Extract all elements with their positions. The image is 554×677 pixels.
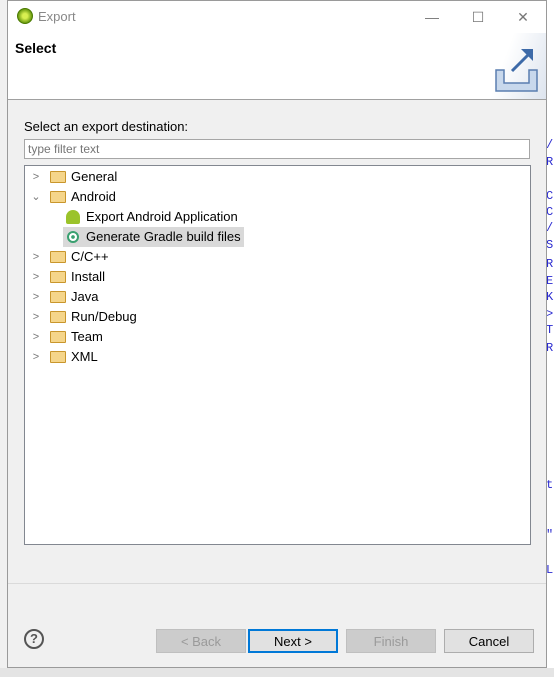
wizard-header: Select — [8, 33, 546, 100]
code-char: / — [547, 138, 553, 152]
tree-item-xml[interactable]: > XML — [31, 347, 98, 367]
tree-item-label: Generate Gradle build files — [86, 229, 241, 244]
tree-item-java[interactable]: > Java — [31, 287, 99, 307]
folder-icon — [50, 271, 66, 283]
title-bar: Export — ☐ ✕ — [8, 1, 546, 33]
chevron-right-icon[interactable]: > — [31, 307, 41, 327]
help-icon[interactable]: ? — [24, 629, 44, 649]
destination-label: Select an export destination: — [24, 119, 189, 134]
tree-item-label: General — [71, 169, 118, 184]
window-title: Export — [38, 9, 76, 24]
background-editor: / R C C / S R E K > T R t " L — [547, 0, 554, 677]
code-char: R — [547, 341, 554, 355]
back-button[interactable]: < Back — [156, 629, 246, 653]
folder-icon — [50, 311, 66, 323]
tree-item-label: XML — [71, 349, 98, 364]
tree-item-android[interactable]: ⌄ Android — [31, 187, 116, 207]
gradle-icon — [67, 231, 79, 243]
page-title: Select — [15, 40, 57, 56]
tree-item-label: C/C++ — [71, 249, 109, 264]
filter-input[interactable] — [24, 139, 530, 159]
next-button[interactable]: Next > — [248, 629, 338, 653]
tree-item-label: Android — [71, 189, 116, 204]
code-char: R — [547, 257, 554, 271]
export-wizard-icon — [476, 33, 546, 99]
eclipse-icon — [17, 8, 33, 24]
chevron-right-icon[interactable]: > — [31, 347, 41, 367]
code-char: E — [547, 274, 554, 288]
folder-icon — [50, 171, 66, 183]
folder-icon — [50, 191, 66, 203]
close-button[interactable]: ✕ — [503, 5, 543, 29]
tree-item-team[interactable]: > Team — [31, 327, 103, 347]
chevron-right-icon[interactable]: > — [31, 247, 41, 267]
tree-item-run-debug[interactable]: > Run/Debug — [31, 307, 137, 327]
code-char: S — [547, 238, 554, 252]
folder-icon — [50, 351, 66, 363]
tree-item-generate-gradle-build-files[interactable]: Generate Gradle build files — [63, 227, 244, 247]
code-char: T — [547, 323, 554, 337]
chevron-right-icon[interactable]: > — [31, 327, 41, 347]
chevron-right-icon[interactable]: > — [31, 287, 41, 307]
tree-item-label: Java — [71, 289, 99, 304]
code-char: C — [547, 205, 554, 219]
code-char: R — [547, 155, 554, 169]
tree-item-install[interactable]: > Install — [31, 267, 105, 287]
chevron-right-icon[interactable]: > — [31, 267, 41, 287]
export-dialog: Export — ☐ ✕ Select Select an export des… — [7, 0, 547, 668]
cancel-button[interactable]: Cancel — [444, 629, 534, 653]
tree-item-label: Export Android Application — [86, 209, 238, 224]
minimize-button[interactable]: — — [412, 5, 452, 29]
folder-icon — [50, 291, 66, 303]
tree-item-general[interactable]: > General — [31, 167, 117, 187]
android-icon — [66, 210, 80, 224]
tree-item-label: Team — [71, 329, 103, 344]
folder-icon — [50, 251, 66, 263]
code-char: > — [547, 307, 554, 321]
code-char: / — [547, 221, 553, 235]
chevron-right-icon[interactable]: > — [31, 167, 41, 187]
folder-icon — [50, 331, 66, 343]
maximize-button[interactable]: ☐ — [458, 5, 498, 29]
chevron-down-icon[interactable]: ⌄ — [31, 187, 41, 207]
tree-item-label: Install — [71, 269, 105, 284]
finish-button[interactable]: Finish — [346, 629, 436, 653]
code-char: t — [547, 478, 554, 492]
destination-tree: > General ⌄ Android Export Android Applica… — [24, 165, 531, 545]
tree-item-label: Run/Debug — [71, 309, 137, 324]
code-char: C — [547, 189, 554, 203]
tree-item-export-android-application[interactable]: Export Android Application — [66, 207, 238, 227]
code-char: K — [547, 290, 554, 304]
code-char: L — [547, 563, 554, 577]
background-statusbar — [0, 668, 554, 677]
footer-divider — [8, 583, 546, 584]
code-char: " — [547, 528, 553, 542]
tree-item-cpp[interactable]: > C/C++ — [31, 247, 109, 267]
